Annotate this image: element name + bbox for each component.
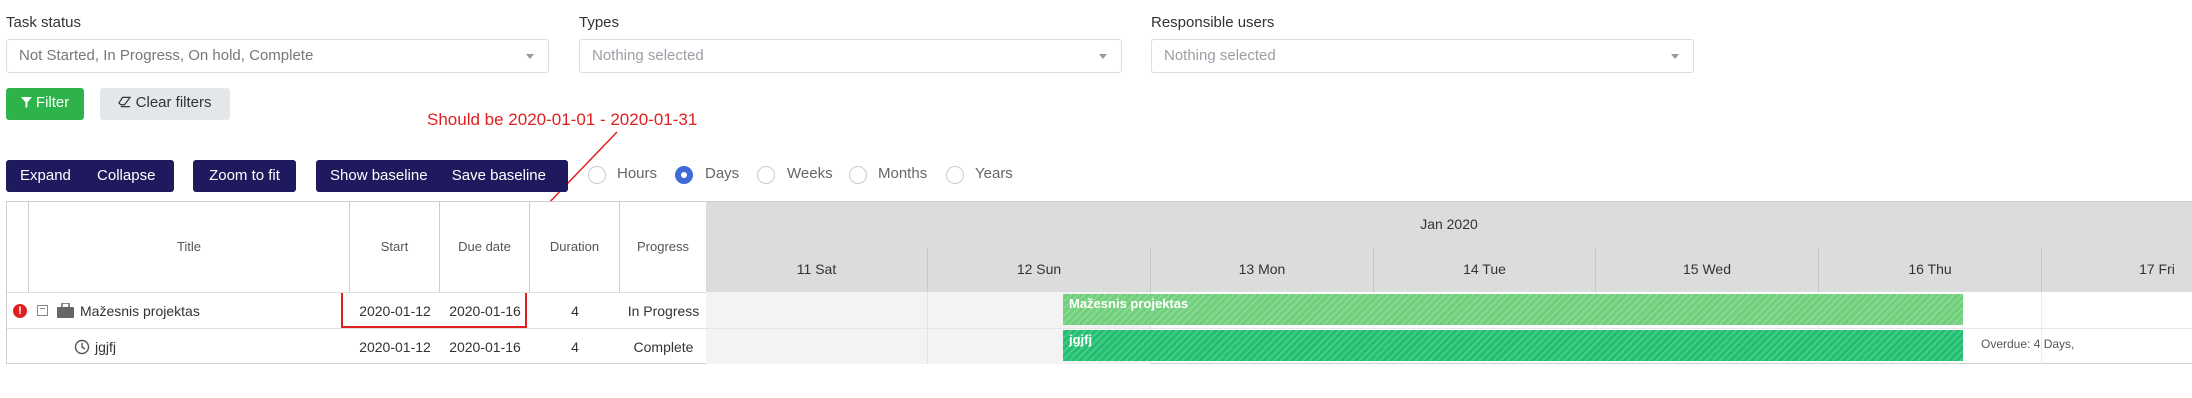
scale-days-radio[interactable] xyxy=(675,166,693,184)
row-separator xyxy=(706,328,2192,329)
scale-months-radio[interactable] xyxy=(849,166,867,184)
task-start: 2020-01-12 xyxy=(359,303,431,319)
scale-years-label: Years xyxy=(975,165,1013,182)
task-duration: 4 xyxy=(571,303,579,319)
scale-days-label: Days xyxy=(705,165,740,182)
day-header-16: 16 Thu xyxy=(1819,247,2042,292)
expand-collapse-group: Expand Collapse xyxy=(6,160,174,192)
scale-hours-radio[interactable] xyxy=(588,166,606,184)
scale-hours-label: Hours xyxy=(617,165,658,182)
day-header-15: 15 Wed xyxy=(1596,247,1819,292)
gantt-bar-task[interactable]: jgjfj xyxy=(1063,330,1963,361)
collapse-button[interactable]: Collapse xyxy=(75,160,155,192)
day-header-13: 13 Mon xyxy=(1151,247,1374,292)
clock-icon xyxy=(74,339,90,355)
task-progress: Complete xyxy=(633,339,694,355)
day-header-17-label: 17 Fri xyxy=(2139,261,2175,277)
grid-header-indicator xyxy=(7,202,29,292)
scale-weeks-label: Weeks xyxy=(787,165,833,182)
gantt-grid: Title Start Due date Duration Progress !… xyxy=(6,201,707,365)
table-row[interactable]: jgjfj 2020-01-12 2020-01-16 4 Complete xyxy=(7,328,707,365)
gantt-bar-project[interactable]: Mažesnis projektas xyxy=(1063,294,1963,325)
scale-weeks-radio[interactable] xyxy=(757,166,775,184)
task-progress: In Progress xyxy=(627,303,700,319)
task-title: jgjfj xyxy=(95,339,117,355)
briefcase-icon xyxy=(57,303,74,318)
column-header-title[interactable]: Title xyxy=(29,202,350,292)
gantt-bar-label: jgjfj xyxy=(1069,332,1093,347)
table-row[interactable]: ! − Mažesnis projektas 2020-01-12 2020-0… xyxy=(7,292,707,329)
day-header-11: 11 Sat xyxy=(706,247,928,292)
show-baseline-button[interactable]: Show baseline xyxy=(316,160,428,192)
column-header-start[interactable]: Start xyxy=(350,202,440,292)
save-baseline-button[interactable]: Save baseline xyxy=(432,160,546,192)
expand-button[interactable]: Expand xyxy=(6,160,71,192)
gantt-timeline: Jan 2020 11 Sat 12 Sun 13 Mon 14 Tue 15 … xyxy=(706,201,2192,364)
day-header-12: 12 Sun xyxy=(928,247,1151,292)
alert-icon: ! xyxy=(13,304,27,318)
baseline-group: Show baseline Save baseline xyxy=(316,160,568,192)
scale-years-radio[interactable] xyxy=(946,166,964,184)
day-header-17: 17 Fri xyxy=(2042,247,2192,292)
gantt-bar-label: Mažesnis projektas xyxy=(1069,296,1189,311)
task-due-date: 2020-01-16 xyxy=(449,303,521,319)
column-header-due-date[interactable]: Due date xyxy=(440,202,530,292)
task-duration: 4 xyxy=(571,339,579,355)
month-header: Jan 2020 xyxy=(706,202,2192,248)
task-due-date: 2020-01-16 xyxy=(449,339,521,355)
zoom-to-fit-label: Zoom to fit xyxy=(209,167,280,184)
overdue-label: Overdue: 4 Days, xyxy=(1981,337,2075,351)
zoom-to-fit-button[interactable]: Zoom to fit xyxy=(193,160,296,192)
day-header-14: 14 Tue xyxy=(1374,247,1596,292)
scale-months-label: Months xyxy=(878,165,928,182)
collapse-toggle-icon[interactable]: − xyxy=(37,305,48,316)
column-header-progress[interactable]: Progress xyxy=(620,202,707,292)
column-header-duration[interactable]: Duration xyxy=(530,202,620,292)
task-start: 2020-01-12 xyxy=(359,339,431,355)
task-title: Mažesnis projektas xyxy=(80,303,200,319)
